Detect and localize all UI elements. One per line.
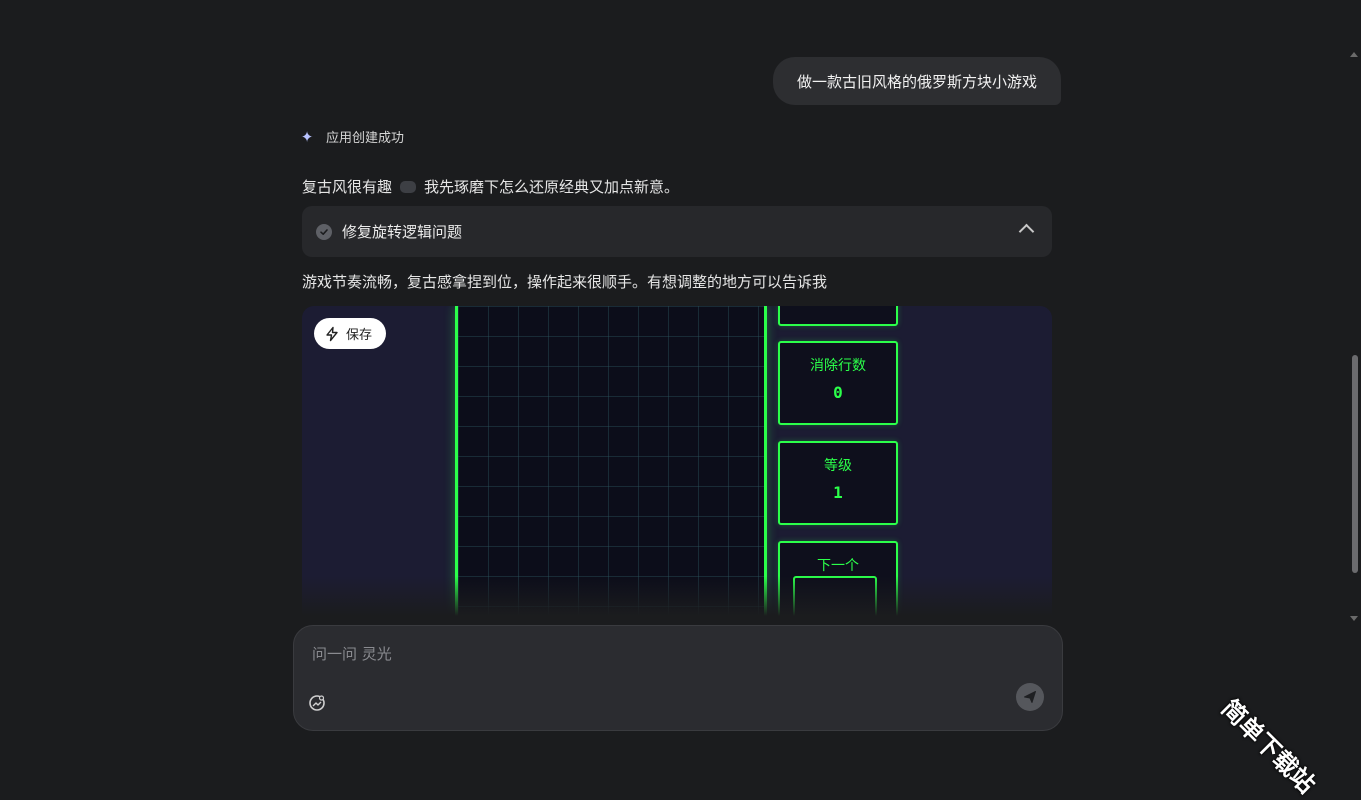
status-text: 应用创建成功 (326, 131, 405, 146)
app-preview[interactable]: 保存 消除行数 0 等级 1 下一个 (302, 306, 1052, 616)
level-label: 等级 (824, 458, 852, 474)
gamepad-icon (400, 180, 417, 193)
assistant-intro-message: 复古风很有趣 我先琢磨下怎么还原经典又加点新意。 (302, 176, 679, 197)
image-generate-icon[interactable] (308, 694, 326, 712)
level-value: 1 (833, 483, 843, 502)
next-piece-panel: 下一个 (778, 541, 898, 616)
task-step-card[interactable]: 修复旋转逻辑问题 (302, 206, 1052, 257)
next-label: 下一个 (817, 558, 859, 574)
scroll-down-arrow[interactable] (1350, 616, 1358, 621)
intro-text-start: 复古风很有趣 (302, 178, 393, 196)
user-message-bubble: 做一款古旧风格的俄罗斯方块小游戏 (773, 57, 1061, 105)
save-label: 保存 (346, 328, 373, 343)
chat-composer (293, 625, 1063, 731)
sparkle-icon: ✦ (300, 127, 314, 146)
lines-value: 0 (833, 383, 843, 402)
chat-input[interactable] (310, 640, 954, 668)
lightning-icon (326, 326, 338, 341)
save-button[interactable]: 保存 (314, 318, 387, 349)
app-created-status: ✦ 应用创建成功 (298, 127, 405, 147)
intro-text-end: 我先琢磨下怎么还原经典又加点新意。 (424, 178, 680, 196)
task-title: 修复旋转逻辑问题 (342, 223, 463, 241)
lines-label: 消除行数 (810, 358, 866, 374)
watermark-text: 简单下载站 (1215, 694, 1321, 799)
user-message-text: 做一款古旧风格的俄罗斯方块小游戏 (796, 72, 1037, 91)
tetris-board[interactable] (455, 306, 767, 616)
score-panel (778, 306, 898, 326)
next-piece-box (793, 576, 877, 616)
scrollbar-thumb[interactable] (1352, 355, 1358, 573)
send-button[interactable] (1016, 683, 1044, 711)
level-panel: 等级 1 (778, 441, 898, 525)
check-circle-icon (316, 223, 332, 240)
chevron-up-icon[interactable] (1018, 223, 1035, 240)
assistant-summary-message: 游戏节奏流畅，复古感拿捏到位，操作起来很顺手。有想调整的地方可以告诉我 (302, 273, 828, 291)
scroll-up-arrow[interactable] (1350, 52, 1358, 57)
lines-panel: 消除行数 0 (778, 341, 898, 425)
send-icon (1024, 691, 1036, 703)
